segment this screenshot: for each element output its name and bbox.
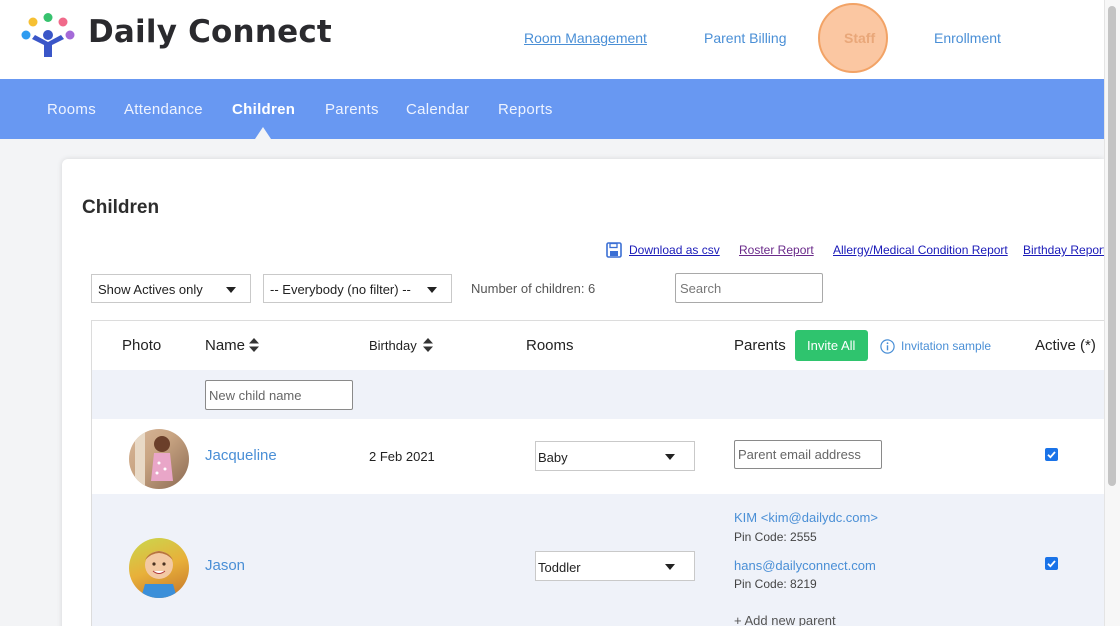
nav-rooms[interactable]: Rooms bbox=[47, 101, 96, 118]
chevron-down-icon bbox=[665, 564, 675, 570]
sort-icon[interactable] bbox=[249, 338, 259, 352]
roster-report-link[interactable]: Roster Report bbox=[739, 243, 814, 257]
room-select-value: Baby bbox=[538, 450, 568, 465]
main-nav: Rooms Attendance Children Parents Calend… bbox=[0, 79, 1104, 139]
daily-connect-logo[interactable] bbox=[18, 13, 78, 61]
brand-name: Daily Connect bbox=[88, 14, 332, 50]
avatar[interactable] bbox=[129, 429, 189, 489]
parent-pin-code: Pin Code: 8219 bbox=[734, 577, 817, 591]
add-new-parent-link[interactable]: + Add new parent bbox=[734, 613, 836, 626]
active-checkbox[interactable] bbox=[1045, 557, 1058, 570]
active-checkbox[interactable] bbox=[1045, 448, 1058, 461]
chevron-down-icon bbox=[427, 287, 437, 293]
parent-billing-link[interactable]: Parent Billing bbox=[704, 30, 787, 46]
nav-calendar[interactable]: Calendar bbox=[406, 101, 469, 118]
room-select[interactable]: Baby bbox=[535, 441, 695, 471]
chevron-down-icon bbox=[665, 454, 675, 460]
header-name[interactable]: Name bbox=[205, 337, 245, 354]
child-photo-jason bbox=[141, 551, 177, 598]
info-icon[interactable] bbox=[880, 339, 895, 354]
floppy-disk-icon[interactable] bbox=[606, 242, 622, 258]
checkbox-checked-icon bbox=[1047, 560, 1056, 568]
header-rooms: Rooms bbox=[526, 337, 574, 354]
chevron-down-icon bbox=[226, 287, 236, 293]
active-tab-caret bbox=[255, 127, 271, 139]
sort-icon[interactable] bbox=[423, 338, 433, 352]
nav-reports[interactable]: Reports bbox=[498, 101, 553, 118]
room-management-link[interactable]: Room Management bbox=[524, 30, 647, 46]
group-filter-select[interactable]: -- Everybody (no filter) -- bbox=[263, 274, 452, 303]
nav-children[interactable]: Children bbox=[232, 101, 295, 118]
invite-all-button[interactable]: Invite All bbox=[795, 330, 868, 361]
checkbox-checked-icon bbox=[1047, 451, 1056, 459]
parent-pin-code: Pin Code: 2555 bbox=[734, 530, 817, 544]
child-photo-jacqueline bbox=[135, 429, 173, 489]
avatar[interactable] bbox=[129, 538, 189, 598]
invitation-sample-link[interactable]: Invitation sample bbox=[901, 339, 991, 353]
staff-link[interactable]: Staff bbox=[844, 30, 875, 46]
room-select[interactable]: Toddler bbox=[535, 551, 695, 581]
parent-link[interactable]: KIM <kim@dailydc.com> bbox=[734, 510, 878, 525]
header-birthday[interactable]: Birthday bbox=[369, 338, 417, 353]
child-name-link[interactable]: Jason bbox=[205, 557, 245, 574]
room-select-value: Toddler bbox=[538, 560, 581, 575]
parent-email-input[interactable]: Parent email address bbox=[734, 440, 882, 469]
group-filter-value: -- Everybody (no filter) -- bbox=[270, 282, 411, 297]
allergy-report-link[interactable]: Allergy/Medical Condition Report bbox=[833, 243, 1008, 257]
child-birthday: 2 Feb 2021 bbox=[369, 449, 435, 464]
header-photo: Photo bbox=[122, 337, 162, 354]
page-title: Children bbox=[82, 197, 160, 218]
download-csv-link[interactable]: Download as csv bbox=[629, 243, 720, 257]
search-input[interactable]: Search bbox=[675, 273, 823, 303]
nav-parents[interactable]: Parents bbox=[325, 101, 379, 118]
page-scrollbar[interactable] bbox=[1104, 0, 1120, 626]
parent-link[interactable]: hans@dailyconnect.com bbox=[734, 558, 876, 573]
nav-attendance[interactable]: Attendance bbox=[124, 101, 203, 118]
birthday-report-link[interactable]: Birthday Report bbox=[1023, 243, 1106, 257]
scrollbar-thumb[interactable] bbox=[1108, 6, 1116, 486]
children-count: Number of children: 6 bbox=[471, 281, 596, 296]
status-filter-value: Show Actives only bbox=[98, 282, 203, 297]
enrollment-link[interactable]: Enrollment bbox=[934, 30, 1001, 46]
header-active: Active (*) bbox=[1035, 337, 1096, 354]
table-border-top bbox=[91, 320, 1104, 321]
new-child-name-input[interactable]: New child name bbox=[205, 380, 353, 410]
header-parents: Parents bbox=[734, 337, 786, 354]
status-filter-select[interactable]: Show Actives only bbox=[91, 274, 251, 303]
child-name-link[interactable]: Jacqueline bbox=[205, 447, 277, 464]
